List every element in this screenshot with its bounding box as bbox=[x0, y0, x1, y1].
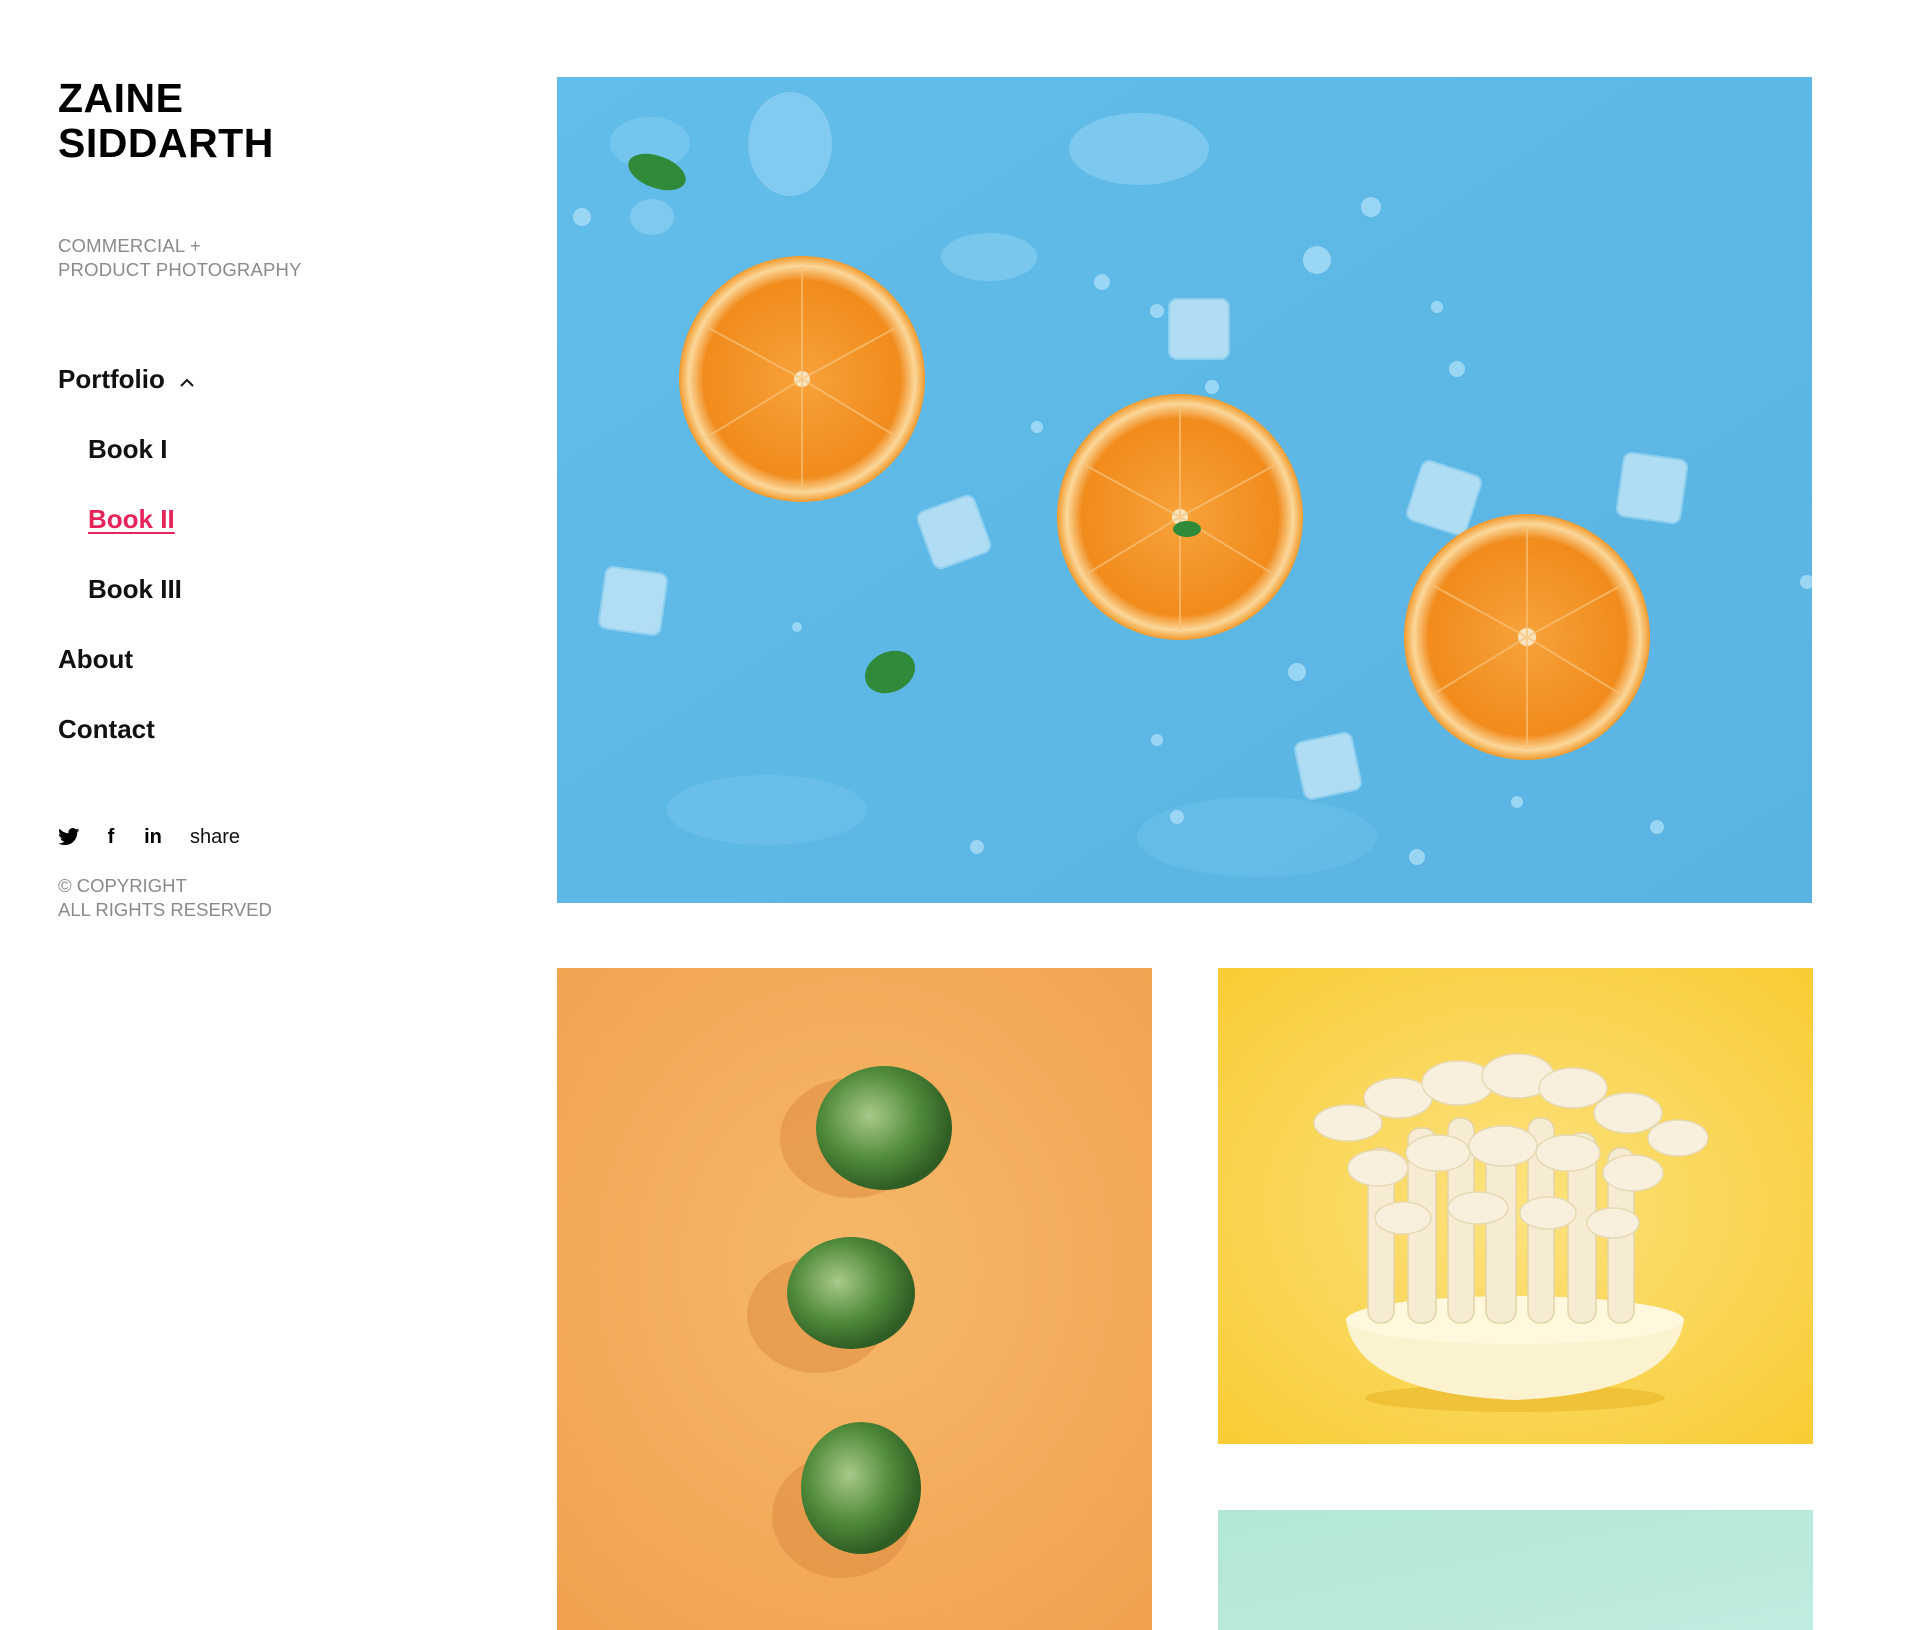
copyright: © COPYRIGHT ALL RIGHTS RESERVED bbox=[58, 874, 478, 922]
nav-portfolio[interactable]: Portfolio bbox=[58, 364, 478, 434]
site-tagline: COMMERCIAL + PRODUCT PHOTOGRAPHY bbox=[58, 234, 478, 282]
social-links: f in share bbox=[58, 822, 478, 852]
site-title[interactable]: ZAINE SIDDARTH bbox=[58, 76, 478, 166]
photo-sprouts-orange[interactable] bbox=[557, 968, 1152, 1630]
tagline-line2: PRODUCT PHOTOGRAPHY bbox=[58, 259, 302, 280]
mushrooms-image bbox=[1218, 968, 1813, 1444]
photo-mushrooms-yellow[interactable] bbox=[1218, 968, 1813, 1444]
share-link[interactable]: share bbox=[190, 826, 240, 849]
site-title-line1: ZAINE bbox=[58, 75, 184, 121]
photo-mint[interactable] bbox=[1218, 1510, 1813, 1630]
nav-contact[interactable]: Contact bbox=[58, 714, 478, 784]
nav-book-3[interactable]: Book III bbox=[58, 574, 478, 644]
twitter-icon[interactable] bbox=[58, 826, 80, 848]
mint-image bbox=[1218, 1510, 1813, 1630]
copyright-line2: ALL RIGHTS RESERVED bbox=[58, 899, 272, 920]
sidebar: ZAINE SIDDARTH COMMERCIAL + PRODUCT PHOT… bbox=[58, 76, 478, 922]
nav-book-1[interactable]: Book I bbox=[58, 434, 478, 504]
site-title-line2: SIDDARTH bbox=[58, 120, 274, 166]
nav-book-2[interactable]: Book II bbox=[58, 504, 478, 574]
oranges-image bbox=[557, 77, 1812, 903]
main-nav: Portfolio Book I Book II Book III About … bbox=[58, 364, 478, 784]
sprouts-image bbox=[557, 968, 1152, 1630]
copyright-line1: © COPYRIGHT bbox=[58, 875, 187, 896]
chevron-up-icon bbox=[179, 364, 195, 394]
linkedin-icon[interactable]: in bbox=[142, 826, 164, 848]
facebook-icon[interactable]: f bbox=[100, 826, 122, 848]
nav-about[interactable]: About bbox=[58, 644, 478, 714]
tagline-line1: COMMERCIAL + bbox=[58, 235, 202, 256]
photo-oranges-blue[interactable] bbox=[557, 77, 1812, 903]
nav-portfolio-label: Portfolio bbox=[58, 364, 165, 394]
